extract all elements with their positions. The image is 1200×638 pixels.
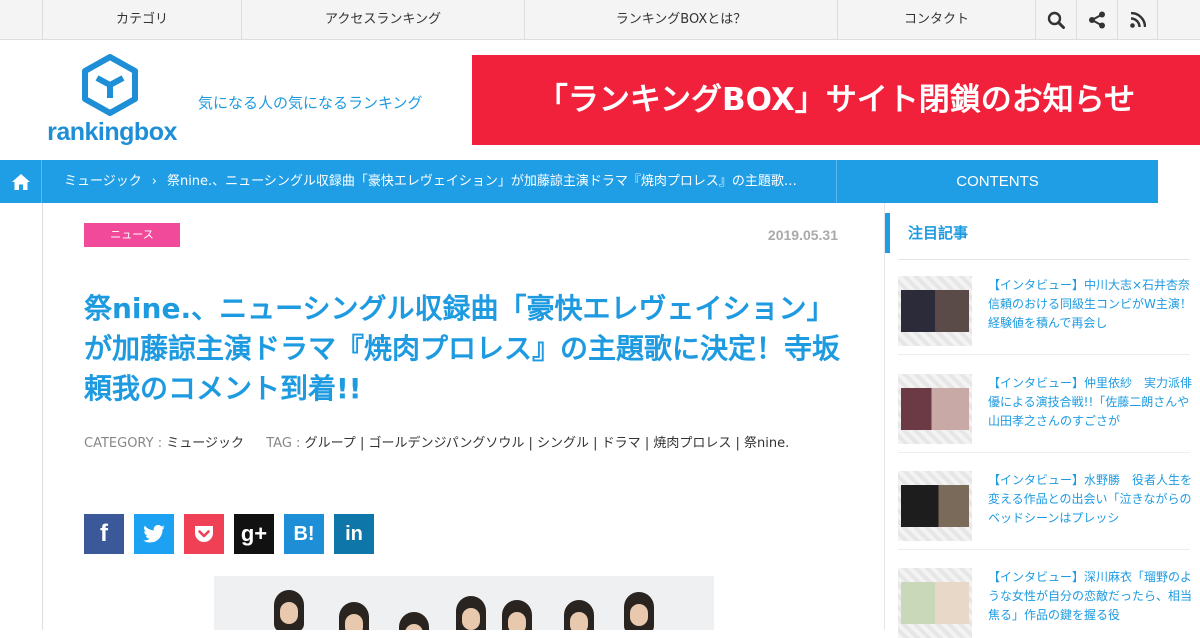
pocket-icon [195, 526, 213, 542]
article-thumbnail[interactable] [898, 374, 972, 444]
search-icon[interactable] [1035, 0, 1076, 40]
breadcrumb: ミュージック › 祭nine.、ニューシングル収録曲「豪快エレヴェイション」が加藤諒… [64, 160, 824, 203]
divider [42, 203, 43, 630]
breadcrumb-category[interactable]: ミュージック [64, 174, 142, 189]
article-thumbnail[interactable] [898, 568, 972, 638]
sidebar-article-title[interactable]: 【インタビュー】水野勝 役者人生を変える作品との出会い「泣きながらのベッドシーン… [988, 471, 1194, 531]
sidebar-article-title[interactable]: 【インタビュー】仲里依紗 実力派俳優による演技合戦!!「佐藤二朗さんや山田孝之さ… [988, 374, 1194, 434]
site-logo[interactable]: rankingbox [44, 54, 180, 154]
twitter-share-button[interactable] [134, 514, 174, 554]
share-icon[interactable] [1076, 0, 1117, 40]
nav-item-access-ranking[interactable]: アクセスランキング [241, 0, 524, 40]
nav-item-contact[interactable]: コンタクト [837, 0, 1035, 40]
site-tagline: 気になる人の気になるランキング [198, 94, 423, 112]
tag-separator: | [589, 436, 602, 451]
divider [884, 203, 885, 630]
tag-separator: | [640, 436, 654, 451]
tag-separator: | [731, 436, 745, 451]
top-navigation: カテゴリ アクセスランキング ランキングBOXとは？ コンタクト [0, 0, 1200, 40]
breadcrumb-current: 祭nine.、ニューシングル収録曲「豪快エレヴェイション」が加藤諒主演ドラマ『焼… [166, 174, 797, 189]
tag-link[interactable]: ドラマ [602, 436, 641, 451]
category-link[interactable]: ミュージック [166, 436, 244, 451]
article-photo [214, 576, 714, 630]
hatena-icon: B! [293, 522, 315, 545]
twitter-icon [143, 525, 165, 543]
logo-text: rankingbox [47, 118, 177, 146]
breadcrumb-separator: › [151, 174, 157, 189]
sidebar-article-title[interactable]: 【インタビュー】中川大志×石井杏奈 信頼のおける同級生コンビがW主演！経験値を積… [988, 276, 1194, 336]
site-header: rankingbox 気になる人の気になるランキング 「ランキングBOX」サイト… [0, 40, 1200, 160]
article-title: 祭nine.、ニューシングル収録曲「豪快エレヴェイション」が加藤諒主演ドラマ『焼… [84, 292, 841, 405]
category-label: CATEGORY : [84, 436, 163, 451]
sidebar-heading-text: 注目記事 [908, 224, 969, 242]
article-meta: CATEGORY : ミュージック TAG : グループ | ゴールデンジパング… [84, 432, 789, 451]
nav-item-category[interactable]: カテゴリ [42, 0, 241, 40]
tag-link[interactable]: グループ [305, 436, 356, 451]
sidebar-heading: 注目記事 [885, 213, 1190, 253]
rss-icon[interactable] [1117, 0, 1158, 40]
logo-box-icon [82, 54, 138, 116]
tag-separator: | [524, 436, 537, 451]
hatena-share-button[interactable]: B! [284, 514, 324, 554]
sidebar-article-title[interactable]: 【インタビュー】深川麻衣「瑠野のような女性が自分の恋敵だったら、相当焦る」作品の… [988, 568, 1194, 628]
linkedin-share-button[interactable]: in [334, 514, 374, 554]
home-icon[interactable] [0, 160, 42, 203]
tag-link[interactable]: ゴールデンジパングソウル [368, 436, 524, 451]
closure-notice-banner[interactable]: 「ランキングBOX」サイト閉鎖のお知らせ [472, 55, 1200, 145]
breadcrumb-bar: ミュージック › 祭nine.、ニューシングル収録曲「豪快エレヴェイション」が加藤諒… [0, 160, 1158, 203]
linkedin-icon: in [345, 522, 363, 545]
nav-item-about[interactable]: ランキングBOXとは？ [524, 0, 837, 40]
sidebar-article[interactable]: 【インタビュー】仲里依紗 実力派俳優による演技合戦!!「佐藤二朗さんや山田孝之さ… [898, 364, 1200, 453]
pocket-share-button[interactable] [184, 514, 224, 554]
article-thumbnail[interactable] [898, 471, 972, 541]
googleplus-icon: g+ [240, 521, 268, 546]
article-thumbnail[interactable] [898, 276, 972, 346]
tag-separator: | [355, 436, 369, 451]
contents-button[interactable]: CONTENTS [836, 160, 1158, 203]
googleplus-share-button[interactable]: g+ [234, 514, 274, 554]
category-badge[interactable]: ニュース [84, 223, 180, 247]
tag-link[interactable]: シングル [537, 436, 589, 451]
sidebar-article[interactable]: 【インタビュー】中川大志×石井杏奈 信頼のおける同級生コンビがW主演！経験値を積… [898, 266, 1200, 355]
facebook-share-button[interactable]: f [84, 514, 124, 554]
sidebar-article[interactable]: 【インタビュー】深川麻衣「瑠野のような女性が自分の恋敵だったら、相当焦る」作品の… [898, 558, 1200, 638]
facebook-icon: f [100, 520, 108, 547]
tag-link[interactable]: 焼肉プロレス [653, 436, 731, 451]
sidebar-article[interactable]: 【インタビュー】水野勝 役者人生を変える作品との出会い「泣きながらのベッドシーン… [898, 461, 1200, 550]
tag-link[interactable]: 祭nine. [744, 436, 789, 451]
tag-label: TAG : [266, 436, 301, 451]
article-date: 2019.05.31 [767, 227, 838, 243]
divider [898, 259, 1190, 260]
